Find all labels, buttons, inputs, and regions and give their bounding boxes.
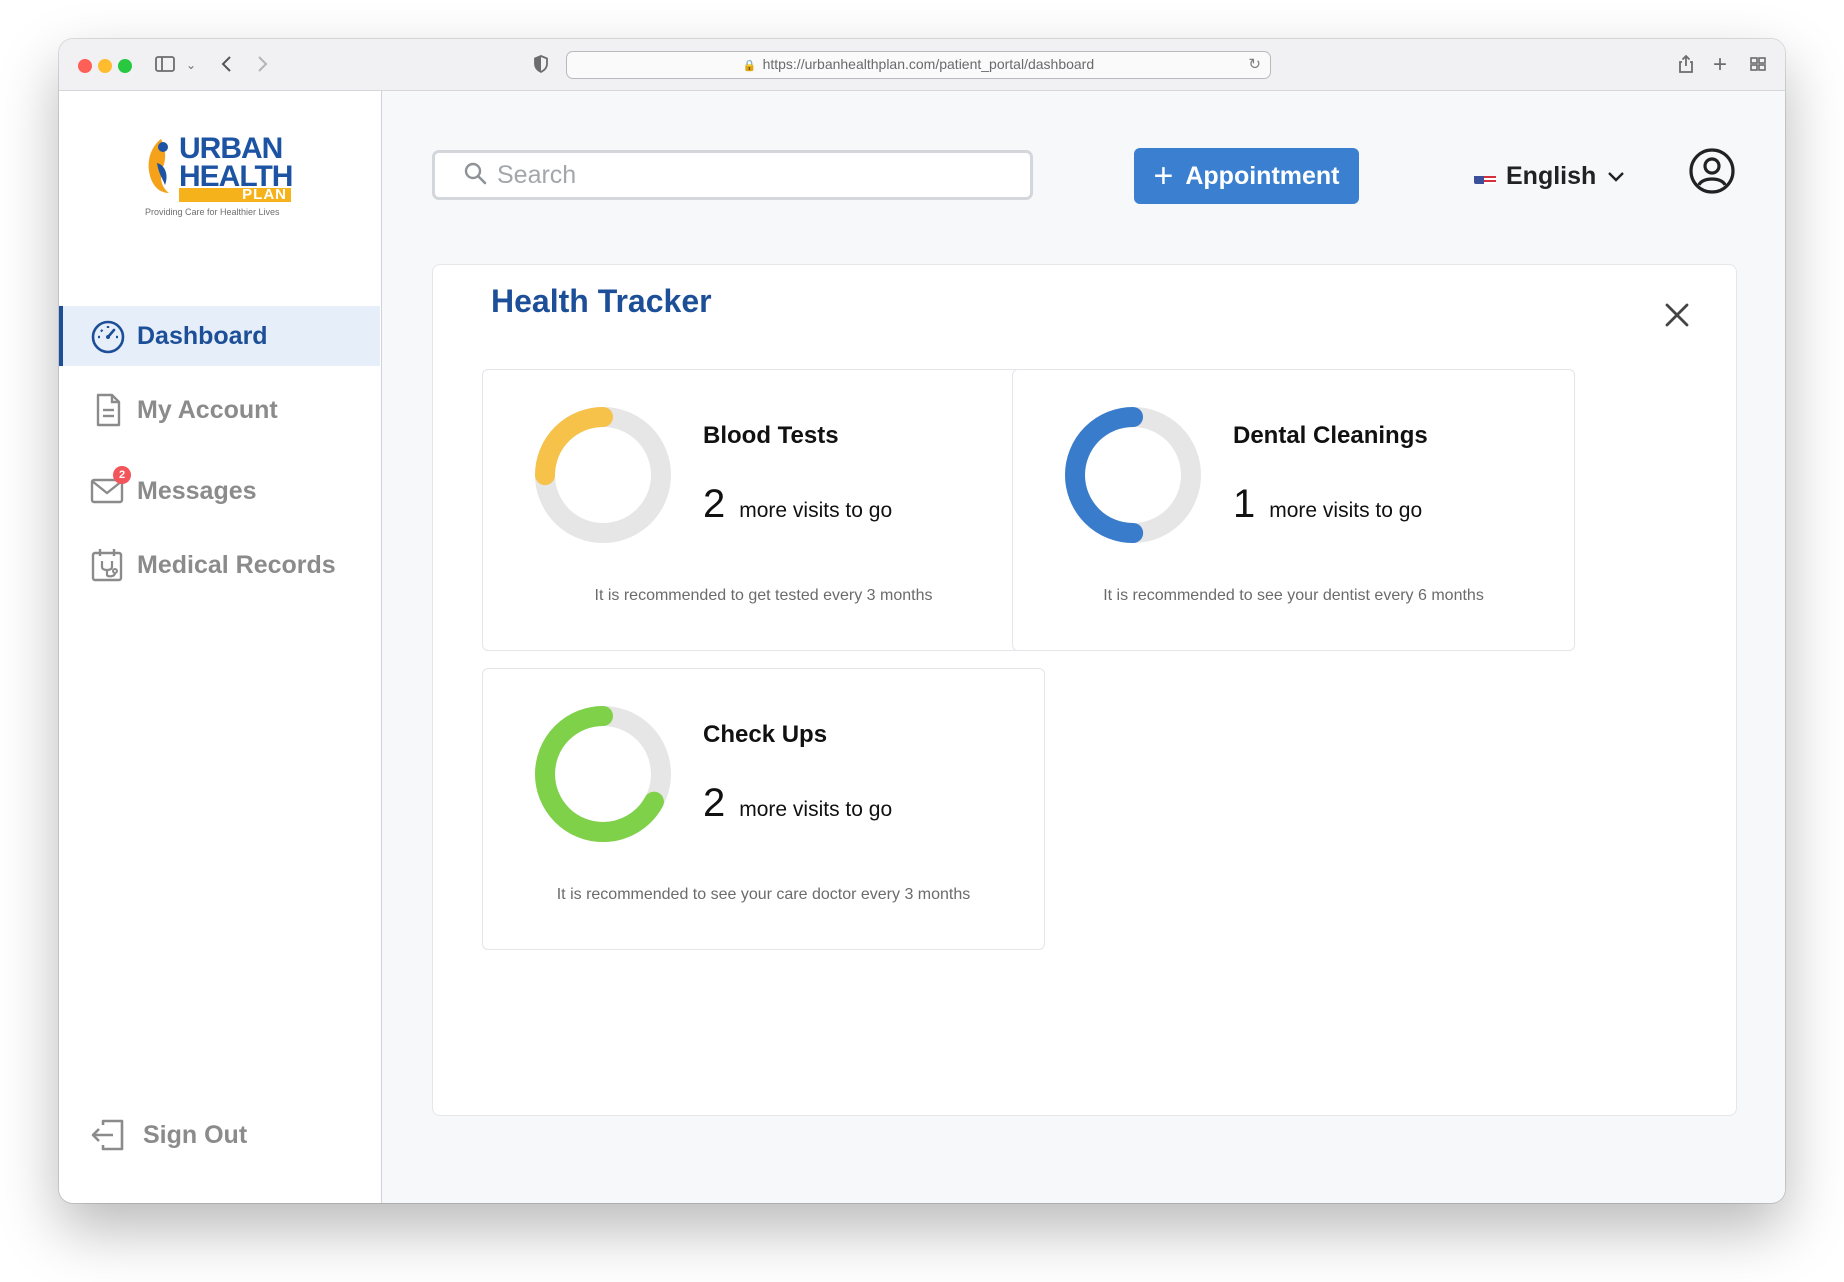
sidebar-item-medical-records[interactable]: Medical Records [59, 535, 380, 595]
privacy-shield-icon[interactable] [532, 53, 550, 81]
sidebar-item-label: Dashboard [137, 321, 268, 350]
url-text: https://urbanhealthplan.com/patient_port… [762, 56, 1095, 72]
remaining-visits-number: 2 [703, 781, 726, 825]
tracker-card-blood-tests: Blood Tests 2 more visits to go It is re… [482, 369, 1045, 651]
remaining-visits-label: more visits to go [739, 499, 893, 522]
sign-out-button[interactable]: Sign Out [59, 1105, 380, 1165]
search-box[interactable] [432, 150, 1033, 200]
sidebar-item-dashboard[interactable]: Dashboard [59, 306, 380, 366]
close-window-button[interactable] [78, 59, 92, 73]
card-title: Dental Cleanings [1233, 422, 1428, 449]
sidebar-toggle-icon[interactable] [154, 53, 176, 81]
document-icon [89, 391, 127, 429]
share-icon[interactable] [1676, 53, 1696, 81]
card-count: 2 more visits to go [703, 482, 892, 527]
logo-line-1: URBAN [179, 132, 283, 165]
mail-icon: 2 [89, 466, 131, 510]
appointment-button-label: Appointment [1185, 161, 1340, 190]
plus-icon: + [1153, 157, 1174, 195]
dashboard-gauge-icon [89, 317, 127, 355]
card-title: Blood Tests [703, 422, 839, 449]
progress-donut [535, 706, 671, 842]
card-recommendation: It is recommended to get tested every 3 … [594, 587, 933, 604]
language-selector[interactable]: English [1474, 153, 1626, 199]
sign-out-label: Sign Out [143, 1120, 248, 1149]
urban-health-plan-logo[interactable]: URBAN HEALTH PLAN Providing Care for Hea… [143, 133, 293, 233]
card-count: 1 more visits to go [1233, 482, 1422, 527]
card-recommendation: It is recommended to see your care docto… [556, 886, 971, 903]
search-input[interactable] [497, 160, 1017, 190]
tracker-card-check-ups: Check Ups 2 more visits to go It is reco… [482, 668, 1045, 950]
tab-overview-icon[interactable] [1748, 53, 1768, 81]
main-content: + Appointment English Health Tracker [382, 91, 1785, 1203]
tracker-card-dental-cleanings: Dental Cleanings 1 more visits to go It … [1012, 369, 1575, 651]
sidebar-item-label: Medical Records [137, 550, 336, 579]
us-flag-icon [1474, 169, 1496, 184]
remaining-visits-label: more visits to go [1269, 499, 1423, 522]
health-tracker-title: Health Tracker [491, 283, 712, 319]
browser-window: ⌄ 🔒 https://urbanhealthplan.com/patient_p… [59, 39, 1785, 1203]
health-tracker-panel: Health Tracker Blood Tests 2 more visits… [432, 264, 1737, 1116]
sidebar-item-label: My Account [137, 395, 278, 424]
messages-unread-badge: 2 [113, 466, 131, 484]
logo-mark-icon [148, 139, 169, 193]
sidebar: URBAN HEALTH PLAN Providing Care for Hea… [59, 91, 382, 1203]
card-count: 2 more visits to go [703, 781, 892, 826]
minimize-window-button[interactable] [98, 59, 112, 73]
progress-donut [1065, 407, 1201, 543]
new-tab-icon[interactable]: + [1713, 53, 1727, 77]
back-icon[interactable] [217, 53, 237, 81]
lock-icon: 🔒 [742, 60, 757, 72]
progress-donut [535, 407, 671, 543]
browser-toolbar: ⌄ 🔒 https://urbanhealthplan.com/patient_p… [59, 39, 1785, 91]
logo-tagline: Providing Care for Healthier Lives [145, 207, 280, 217]
chevron-down-icon[interactable]: ⌄ [186, 53, 196, 77]
remaining-visits-label: more visits to go [739, 798, 893, 821]
address-bar[interactable]: 🔒 https://urbanhealthplan.com/patient_por… [566, 51, 1271, 79]
remaining-visits-number: 2 [703, 482, 726, 526]
logo-wordmark: URBAN HEALTH [179, 132, 293, 192]
sidebar-item-my-account[interactable]: My Account [59, 380, 380, 440]
calendar-stethoscope-icon [89, 546, 127, 584]
chevron-down-icon [1606, 162, 1626, 191]
card-recommendation: It is recommended to see your dentist ev… [1103, 587, 1484, 604]
sidebar-item-label: Messages [137, 476, 257, 505]
zoom-window-button[interactable] [118, 59, 132, 73]
remaining-visits-number: 1 [1233, 482, 1256, 526]
sidebar-item-messages[interactable]: 2 Messages [59, 461, 380, 521]
search-icon [463, 161, 487, 190]
reload-icon[interactable]: ↻ [1248, 52, 1261, 77]
card-title: Check Ups [703, 721, 828, 748]
forward-icon[interactable] [252, 53, 272, 81]
user-profile-icon[interactable] [1688, 147, 1736, 195]
new-appointment-button[interactable]: + Appointment [1134, 148, 1359, 204]
close-icon[interactable] [1663, 301, 1691, 329]
language-label: English [1506, 161, 1597, 190]
logo-plan: PLAN [179, 187, 291, 202]
sign-out-icon [89, 1116, 127, 1154]
